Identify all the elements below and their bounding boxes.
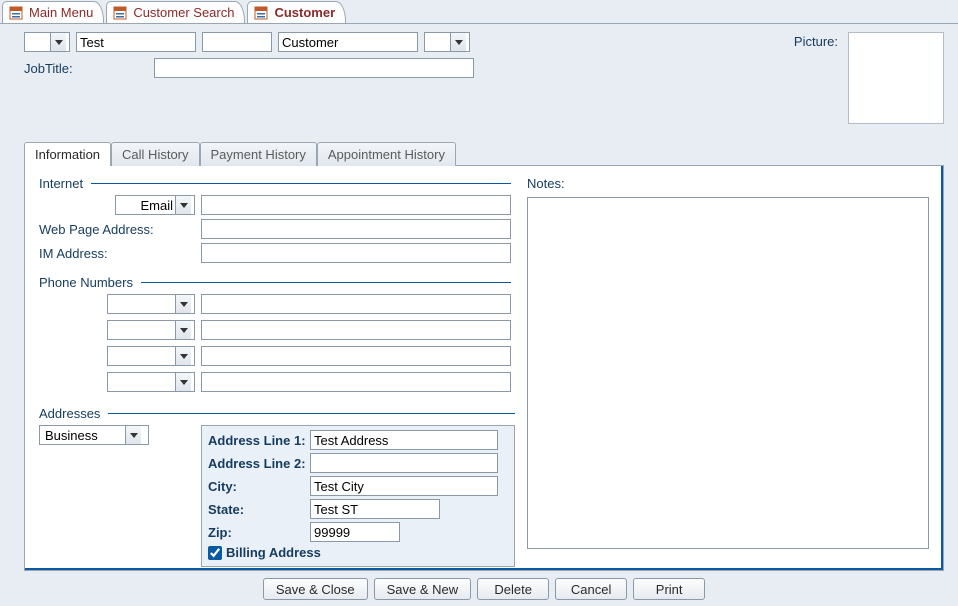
webpage-label: Web Page Address: [39,222,195,237]
doc-tab-label: Customer Search [133,5,234,20]
addr-line1-input[interactable] [310,430,498,450]
prefix-input[interactable] [28,33,50,51]
chevron-down-icon[interactable] [175,347,191,365]
notes-label: Notes: [527,176,565,191]
phone-type-combo-1[interactable] [107,294,195,314]
phone-type-combo-3[interactable] [107,346,195,366]
email-type-input[interactable] [119,196,175,214]
address-type-input[interactable] [43,426,125,444]
addr-line2-input[interactable] [310,453,498,473]
form-icon [113,6,127,20]
doc-tab-label: Main Menu [29,5,93,20]
phone-number-input-2[interactable] [201,320,511,340]
billing-address-checkbox-wrap[interactable]: Billing Address [208,545,508,560]
group-internet: Internet Web Page Address: [39,176,511,267]
doc-tab-label: Customer [274,5,335,20]
form-icon [9,6,23,20]
picture-box[interactable] [848,32,944,124]
jobtitle-input[interactable] [154,58,474,78]
email-input[interactable] [201,195,511,215]
phone-number-input-3[interactable] [201,346,511,366]
details-tab-control: Information Call History Payment History… [24,142,944,572]
chevron-down-icon[interactable] [50,33,66,51]
chevron-down-icon[interactable] [175,196,191,214]
addr-state-input[interactable] [310,499,440,519]
jobtitle-label: JobTitle: [24,61,146,76]
billing-address-label: Billing Address [226,545,321,560]
addr-zip-input[interactable] [310,522,400,542]
phone-type-combo-2[interactable] [107,320,195,340]
chevron-down-icon[interactable] [175,321,191,339]
first-name-input[interactable] [76,32,196,52]
prefix-combo[interactable] [24,32,70,52]
billing-address-checkbox[interactable] [208,546,222,560]
doc-tab-customer-search[interactable]: Customer Search [106,1,245,23]
im-label: IM Address: [39,246,195,261]
phone-number-input-1[interactable] [201,294,511,314]
chevron-down-icon[interactable] [450,33,466,51]
doc-tab-main-menu[interactable]: Main Menu [2,1,104,23]
delete-button[interactable]: Delete [477,578,549,600]
document-tab-bar: Main Menu Customer Search Customer [0,0,958,24]
phone-type-input-2[interactable] [111,321,175,339]
addr-line2-label: Address Line 2: [208,456,306,471]
addr-zip-label: Zip: [208,525,306,540]
tab-page-information: Internet Web Page Address: [24,165,944,571]
tab-call-history[interactable]: Call History [111,142,199,166]
address-type-combo[interactable] [39,425,149,445]
suffix-combo[interactable] [424,32,470,52]
save-new-button[interactable]: Save & New [374,578,472,600]
picture-label: Picture: [794,32,838,49]
cancel-button[interactable]: Cancel [555,578,627,600]
phone-type-combo-4[interactable] [107,372,195,392]
addr-city-input[interactable] [310,476,498,496]
address-panel: Address Line 1: Address Line 2: City: [201,425,515,567]
notes-textarea[interactable] [527,197,929,549]
button-bar: Save & Close Save & New Delete Cancel Pr… [24,578,944,600]
suffix-input[interactable] [428,33,450,51]
addr-city-label: City: [208,479,306,494]
doc-tab-customer[interactable]: Customer [247,1,346,23]
im-input[interactable] [201,243,511,263]
email-type-combo[interactable] [115,195,195,215]
last-name-input[interactable] [278,32,418,52]
middle-name-input[interactable] [202,32,272,52]
phone-type-input-1[interactable] [111,295,175,313]
tab-appointment-history[interactable]: Appointment History [317,142,456,166]
tab-information[interactable]: Information [24,142,111,166]
group-phone-legend: Phone Numbers [39,275,133,290]
print-button[interactable]: Print [633,578,705,600]
tab-payment-history[interactable]: Payment History [200,142,317,166]
group-addresses: Addresses Address Line 1: [39,406,515,567]
addr-state-label: State: [208,502,306,517]
group-phone: Phone Numbers [39,275,511,398]
save-close-button[interactable]: Save & Close [263,578,368,600]
phone-type-input-3[interactable] [111,347,175,365]
group-internet-legend: Internet [39,176,83,191]
addr-line1-label: Address Line 1: [208,433,306,448]
phone-type-input-4[interactable] [111,373,175,391]
chevron-down-icon[interactable] [175,373,191,391]
phone-number-input-4[interactable] [201,372,511,392]
webpage-input[interactable] [201,219,511,239]
form-icon [254,6,268,20]
chevron-down-icon[interactable] [125,426,141,444]
chevron-down-icon[interactable] [175,295,191,313]
group-addresses-legend: Addresses [39,406,100,421]
